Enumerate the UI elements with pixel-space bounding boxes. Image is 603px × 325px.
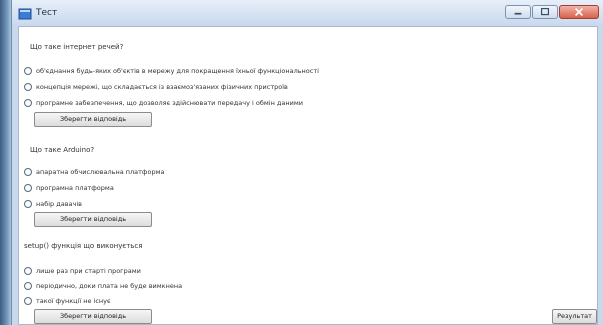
question-3-option-2[interactable]: періодично, доки плата не буде вимкнена [24,280,182,292]
option-label: концепція мережі, що складається із взає… [36,83,288,91]
maximize-button[interactable] [532,5,558,19]
close-button[interactable] [559,5,599,19]
option-label: програмне забезпечення, що дозволяє здій… [36,99,303,107]
radio-button[interactable] [24,99,32,107]
question-2-option-3[interactable]: набір давачів [24,198,82,210]
option-label: об'єднання будь-яких об'єктів в мережу д… [36,67,319,75]
question-1-text: Що таке інтернет речей? [30,43,124,51]
minimize-button[interactable] [505,5,531,19]
app-icon [18,6,32,20]
result-button[interactable]: Результат [552,309,597,324]
question-1-option-3[interactable]: програмне забезпечення, що дозволяє здій… [24,97,303,109]
question-3-option-1[interactable]: лише раз при старті програми [24,265,141,277]
option-label: лише раз при старті програми [36,267,141,275]
save-answer-button-1[interactable]: Зберегти відповідь [34,112,152,127]
option-label: такої функції не існує [36,297,111,305]
form-client-area: Що таке інтернет речей? об'єднання будь-… [18,26,598,325]
radio-button[interactable] [24,83,32,91]
option-label: періодично, доки плата не буде вимкнена [36,282,183,290]
option-label: апаратна обчислювальна платформа [36,168,165,176]
radio-button[interactable] [24,282,32,290]
question-3-text: setup() функція що виконується [24,242,143,250]
radio-button[interactable] [24,168,32,176]
minimize-icon [514,12,522,15]
radio-button[interactable] [24,184,32,192]
window-title: Тест [36,8,58,18]
radio-button[interactable] [24,67,32,75]
save-answer-button-2[interactable]: Зберегти відповідь [34,212,152,227]
radio-button[interactable] [24,267,32,275]
question-1-option-2[interactable]: концепція мережі, що складається із взає… [24,81,288,93]
radio-button[interactable] [24,297,32,305]
title-bar[interactable]: Тест [12,0,603,26]
question-2-text: Що таке Arduino? [30,146,95,154]
radio-button[interactable] [24,200,32,208]
test-window: Тест Що таке інтернет речей? об'єднання … [11,0,603,325]
question-2-option-1[interactable]: апаратна обчислювальна платформа [24,166,164,178]
question-3-option-3[interactable]: такої функції не існує [24,295,111,307]
question-2-option-2[interactable]: програмна платформа [24,182,114,194]
option-label: програмна платформа [36,184,114,192]
caption-buttons [505,5,599,19]
save-answer-button-3[interactable]: Зберегти відповідь [34,309,152,324]
question-1-option-1[interactable]: об'єднання будь-яких об'єктів в мережу д… [24,65,319,77]
option-label: набір давачів [36,200,83,208]
maximize-icon [540,7,550,16]
background-window-edge [0,0,11,325]
close-icon [574,7,584,17]
